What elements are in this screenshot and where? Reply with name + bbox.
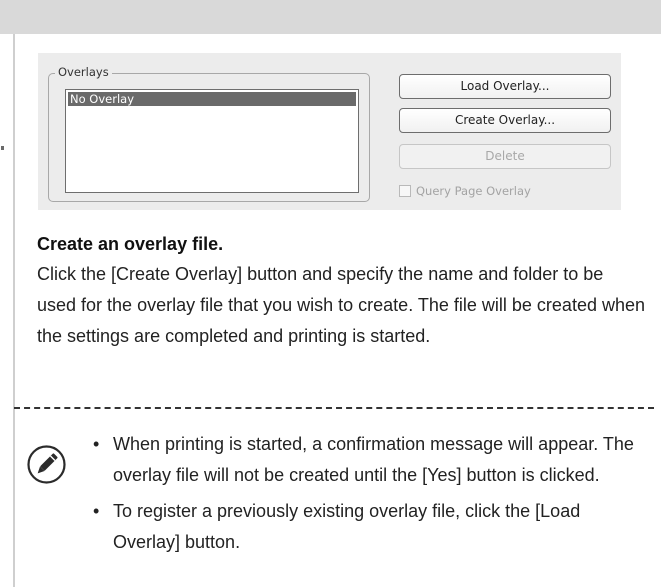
bullet-dot: • xyxy=(93,434,100,454)
bullet-dot: • xyxy=(93,501,100,521)
query-page-overlay-checkbox xyxy=(399,185,411,197)
margin-mark xyxy=(1,146,4,150)
overlay-list-item-selected[interactable]: No Overlay xyxy=(68,92,356,106)
top-band xyxy=(0,0,661,34)
query-page-overlay-label: Query Page Overlay xyxy=(416,184,531,198)
overlays-group-title: Overlays xyxy=(55,65,112,79)
left-margin-rule xyxy=(13,34,15,587)
create-overlay-button[interactable]: Create Overlay... xyxy=(399,108,611,133)
overlay-dialog-screenshot: Overlays No Overlay Load Overlay... Crea… xyxy=(38,53,621,210)
note-text: When printing is started, a confirmation… xyxy=(113,434,634,485)
pencil-icon xyxy=(27,445,66,484)
note-separator xyxy=(14,407,654,409)
load-overlay-button[interactable]: Load Overlay... xyxy=(399,74,611,99)
step-heading: Create an overlay file. xyxy=(37,234,224,254)
notes-list: • When printing is started, a confirmati… xyxy=(88,429,636,563)
note-item: • To register a previously existing over… xyxy=(88,496,636,558)
query-page-overlay-row: Query Page Overlay xyxy=(399,183,531,199)
step-body-text: Click the [Create Overlay] button and sp… xyxy=(37,264,645,346)
overlay-listbox[interactable]: No Overlay xyxy=(65,89,359,193)
note-text: To register a previously existing overla… xyxy=(113,501,581,552)
delete-button: Delete xyxy=(399,144,611,169)
note-item: • When printing is started, a confirmati… xyxy=(88,429,636,491)
